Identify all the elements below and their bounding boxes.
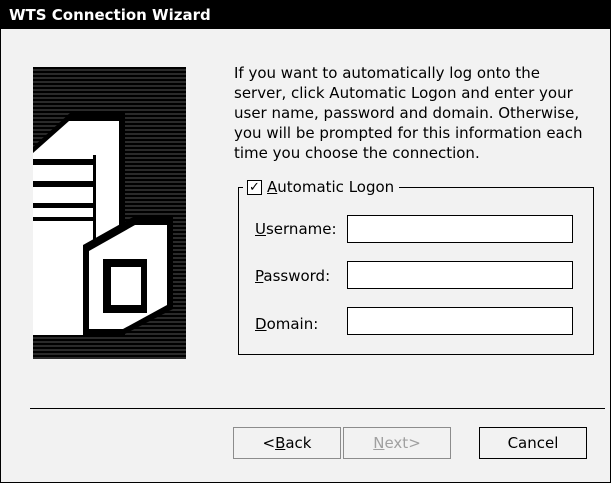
checkmark-icon: ✓: [249, 179, 260, 195]
domain-field[interactable]: [347, 307, 573, 335]
server-computer-icon: [33, 67, 186, 359]
separator-line: [30, 408, 605, 409]
username-field[interactable]: [347, 215, 573, 243]
cancel-button[interactable]: Cancel: [479, 427, 587, 459]
password-field[interactable]: [347, 261, 573, 289]
checkbox-box[interactable]: ✓: [247, 179, 262, 195]
description-text: If you want to automatically log onto th…: [234, 64, 583, 162]
window-title: WTS Connection Wizard: [9, 6, 211, 24]
title-bar[interactable]: WTS Connection Wizard: [1, 1, 610, 29]
domain-label: Domain:: [255, 315, 319, 333]
wizard-window: WTS Connection Wizard If you want to aut…: [0, 0, 611, 483]
automatic-logon-label: Automatic Logon: [267, 178, 395, 196]
automatic-logon-checkbox[interactable]: ✓ Automatic Logon: [243, 176, 400, 198]
back-button[interactable]: < Back: [233, 427, 341, 459]
password-label: Password:: [255, 267, 331, 285]
next-button[interactable]: Next>: [343, 427, 451, 459]
username-label: Username:: [255, 220, 337, 238]
